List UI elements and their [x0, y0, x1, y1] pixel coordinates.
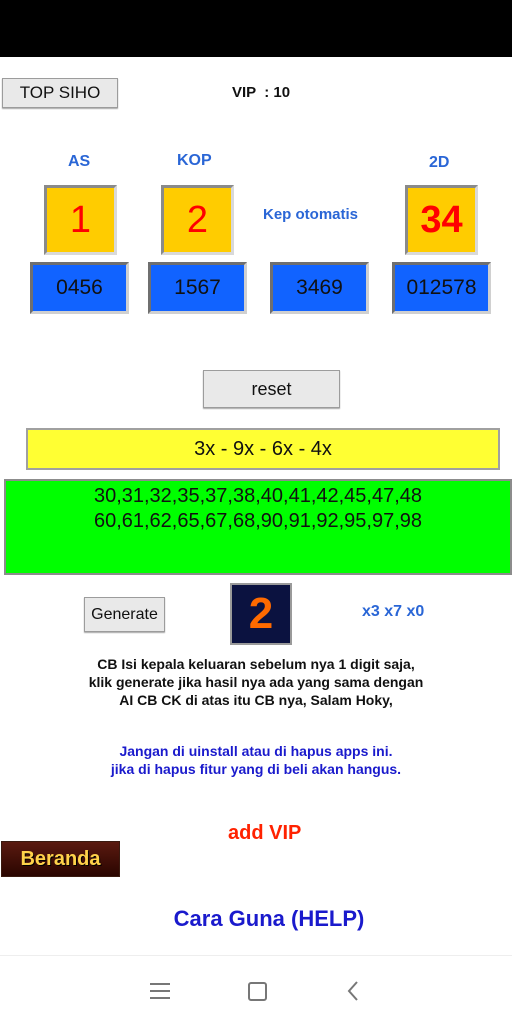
- add-vip-link[interactable]: add VIP: [228, 822, 301, 845]
- 2d-digit-box: 34: [405, 185, 478, 255]
- warning-line-1: Jangan di uinstall atau di hapus apps in…: [119, 743, 393, 759]
- info-line-2: klik generate jika hasil nya ada yang sa…: [88, 674, 424, 690]
- as-digit-box: 1: [44, 185, 117, 255]
- pattern-bar: 3x - 9x - 6x - 4x: [26, 428, 500, 470]
- reset-button[interactable]: reset: [203, 370, 340, 408]
- kop-label: KOP: [177, 152, 212, 169]
- beranda-button[interactable]: Beranda: [1, 841, 120, 877]
- info-text: CB Isi kepala keluaran sebelum nya 1 dig…: [0, 655, 512, 709]
- as-value-box: 0456: [30, 262, 129, 314]
- menu-icon[interactable]: [150, 983, 170, 999]
- numbers-panel: 30,31,32,35,37,38,40,41,42,45,47,48 60,6…: [4, 479, 512, 575]
- 2d-value-box: 012578: [392, 262, 491, 314]
- status-bar: [0, 0, 512, 57]
- navigation-bar: [0, 955, 512, 1025]
- home-icon[interactable]: [248, 982, 267, 1001]
- 2d-label: 2D: [429, 154, 450, 171]
- warning-text: Jangan di uinstall atau di hapus apps in…: [0, 742, 512, 778]
- info-line-3: AI CB CK di atas itu CB nya, Salam Hoky,: [119, 692, 393, 708]
- multipliers-text: x3 x7 x0: [362, 603, 425, 620]
- kep-value-box: 3469: [270, 262, 369, 314]
- kop-value-box: 1567: [148, 262, 247, 314]
- kep-otomatis-label: Kep otomatis: [263, 206, 359, 223]
- vip-level-text: VIP : 10: [232, 84, 291, 101]
- generate-result-box: 2: [230, 583, 292, 645]
- help-link[interactable]: Cara Guna (HELP): [0, 906, 512, 932]
- info-line-1: CB Isi kepala keluaran sebelum nya 1 dig…: [97, 656, 415, 672]
- as-label: AS: [68, 153, 91, 170]
- back-icon[interactable]: [346, 980, 360, 1002]
- top-siho-button[interactable]: TOP SIHO: [2, 78, 118, 108]
- numbers-line-2: 60,61,62,65,67,68,90,91,92,95,97,98: [93, 510, 423, 532]
- generate-button[interactable]: Generate: [84, 597, 165, 632]
- warning-line-2: jika di hapus fitur yang di beli akan ha…: [110, 761, 402, 777]
- kop-digit-box: 2: [161, 185, 234, 255]
- numbers-line-1: 30,31,32,35,37,38,40,41,42,45,47,48: [93, 485, 423, 507]
